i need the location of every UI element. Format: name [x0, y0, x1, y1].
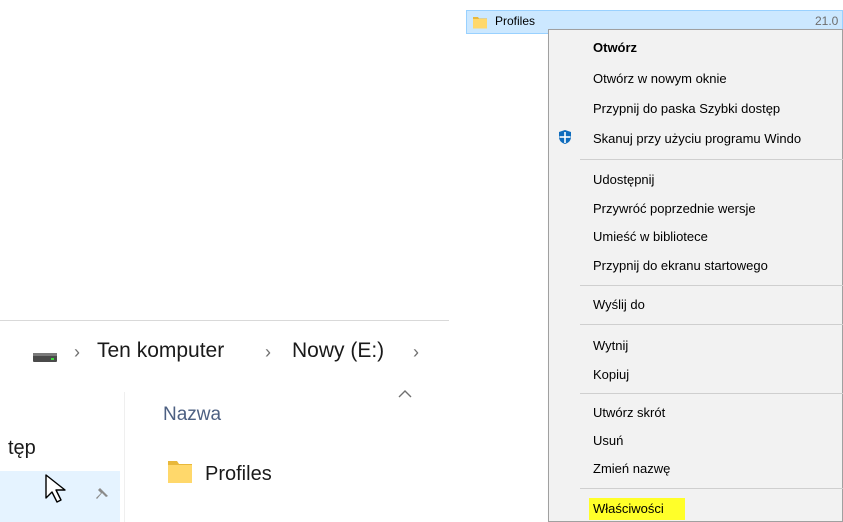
menu-item-delete[interactable]: Usuń — [593, 433, 623, 448]
menu-item-include-library[interactable]: Umieść w bibliotece — [593, 229, 708, 244]
breadcrumb-chevron-icon[interactable]: › — [413, 342, 419, 363]
menu-item-rename[interactable]: Zmień nazwę — [593, 461, 670, 476]
breadcrumb-drive-e[interactable]: Nowy (E:) — [292, 339, 384, 363]
menu-separator — [580, 488, 843, 489]
menu-separator — [580, 285, 843, 286]
menu-item-pin-quick-access[interactable]: Przypnij do paska Szybki dostęp — [593, 101, 780, 116]
menu-separator — [580, 159, 843, 160]
selected-folder-name: Profiles — [495, 14, 536, 28]
mouse-cursor-icon — [45, 474, 66, 503]
menu-separator — [580, 393, 843, 394]
menu-item-create-shortcut[interactable]: Utwórz skrót — [593, 405, 665, 420]
menu-separator — [580, 324, 843, 325]
pin-icon — [96, 488, 108, 499]
nav-quick-access-label[interactable]: tęp — [8, 437, 36, 460]
folder-icon — [168, 461, 192, 483]
menu-item-send-to[interactable]: Wyślij do — [593, 297, 645, 312]
menu-item-properties[interactable]: Właściwości — [593, 501, 664, 516]
menu-item-restore-versions[interactable]: Przywróć poprzednie wersje — [593, 201, 756, 216]
folder-icon — [473, 17, 487, 29]
windows-defender-shield-icon — [559, 130, 571, 144]
file-list-item-name[interactable]: Profiles — [205, 463, 272, 486]
menu-item-share[interactable]: Udostępnij — [593, 172, 654, 187]
selected-folder-date: 21.0 — [815, 14, 839, 28]
menu-item-pin-start[interactable]: Przypnij do ekranu startowego — [593, 258, 768, 273]
menu-item-open[interactable]: Otwórz — [593, 40, 637, 55]
sort-ascending-icon[interactable] — [397, 388, 413, 400]
breadcrumb-chevron-icon: › — [265, 342, 271, 362]
breadcrumb-chevron-icon: › — [74, 342, 80, 362]
nav-pane-border — [124, 392, 125, 522]
menu-item-cut[interactable]: Wytnij — [593, 338, 628, 353]
menu-item-open-new-window[interactable]: Otwórz w nowym oknie — [593, 71, 727, 86]
drive-icon — [33, 353, 57, 362]
menu-item-scan-defender[interactable]: Skanuj przy użyciu programu Windo — [593, 131, 801, 146]
address-bar-border — [0, 320, 449, 321]
menu-item-copy[interactable]: Kopiuj — [593, 367, 629, 382]
breadcrumb-this-pc[interactable]: Ten komputer — [97, 339, 224, 363]
column-header-name[interactable]: Nazwa — [163, 404, 221, 426]
